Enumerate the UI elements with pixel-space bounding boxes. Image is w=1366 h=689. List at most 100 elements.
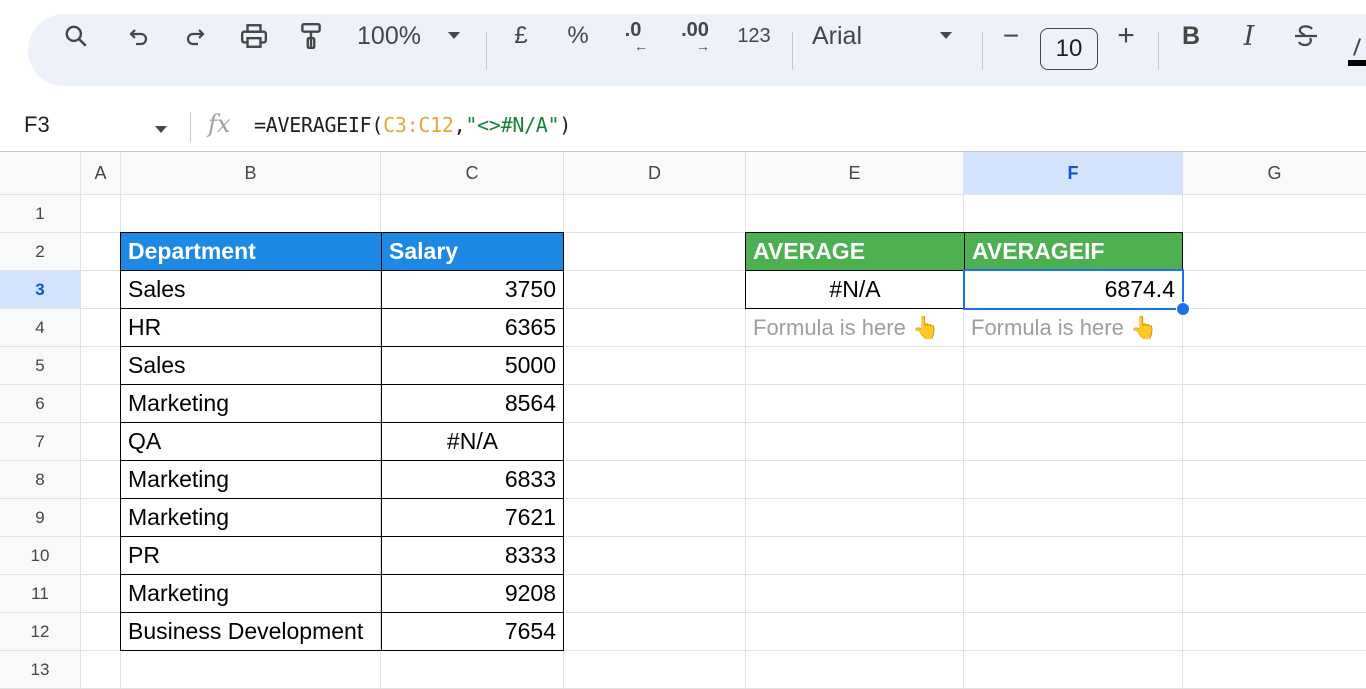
- formula-criteria: "<>#N/A": [465, 113, 560, 137]
- table-cell-department[interactable]: Marketing: [120, 574, 382, 613]
- arrow-right-icon: →: [696, 38, 710, 54]
- average-header[interactable]: AVERAGE: [745, 232, 965, 271]
- text-color-swatch: [1348, 60, 1366, 66]
- formula-range: C3:C12: [383, 113, 454, 137]
- decrease-decimal-button[interactable]: .0 ←: [612, 14, 654, 58]
- averageif-result-cell[interactable]: 6874.4: [963, 269, 1184, 310]
- currency-label: £: [514, 22, 528, 49]
- formula-note-f[interactable]: Formula is here 👆: [964, 309, 1182, 346]
- table-cell-department[interactable]: Marketing: [120, 384, 382, 423]
- row-header-9[interactable]: 9: [0, 499, 80, 536]
- column-header-g[interactable]: G: [1183, 152, 1366, 194]
- zoom-value: 100%: [357, 21, 421, 50]
- paint-format-icon[interactable]: [292, 14, 330, 58]
- formula-bar-divider: [190, 112, 191, 142]
- italic-icon: I: [1243, 20, 1255, 52]
- decrease-font-size-button[interactable]: −: [996, 14, 1026, 58]
- font-name: Arial: [812, 21, 863, 50]
- formula-bar: [0, 104, 1366, 148]
- row-header-7[interactable]: 7: [0, 423, 80, 460]
- table-cell-department[interactable]: HR: [120, 308, 382, 347]
- name-box[interactable]: F3: [24, 112, 50, 138]
- text-color-button[interactable]: [1348, 30, 1366, 70]
- table-header-salary[interactable]: Salary: [381, 232, 564, 271]
- table-cell-salary[interactable]: 9208: [381, 574, 564, 613]
- minus-icon: −: [1002, 20, 1020, 51]
- fx-icon: fx: [208, 110, 231, 138]
- row-header-4[interactable]: 4: [0, 309, 80, 346]
- table-cell-department[interactable]: Marketing: [120, 498, 382, 537]
- table-cell-salary[interactable]: 3750: [381, 270, 564, 309]
- column-header-e[interactable]: E: [746, 152, 963, 194]
- formula-comma: ,: [453, 113, 466, 137]
- row-header-10[interactable]: 10: [0, 537, 80, 574]
- table-cell-salary[interactable]: 6365: [381, 308, 564, 347]
- row-header-8[interactable]: 8: [0, 461, 80, 498]
- strikethrough-icon: [1295, 25, 1317, 47]
- row-header-13[interactable]: 13: [0, 651, 80, 688]
- formula-note-e[interactable]: Formula is here 👆: [746, 309, 964, 346]
- percent-format-button[interactable]: %: [560, 14, 596, 58]
- print-icon[interactable]: [234, 14, 274, 58]
- row-header-6[interactable]: 6: [0, 385, 80, 422]
- toolbar-divider: [982, 32, 983, 70]
- grid-row-line: [0, 194, 1366, 195]
- table-cell-salary[interactable]: 6833: [381, 460, 564, 499]
- column-header-b[interactable]: B: [121, 152, 380, 194]
- font-size-value: 10: [1055, 35, 1083, 62]
- bold-icon: B: [1181, 21, 1201, 50]
- column-header-a[interactable]: A: [81, 152, 120, 194]
- font-size-input[interactable]: 10: [1040, 28, 1098, 70]
- row-header-11[interactable]: 11: [0, 575, 80, 612]
- bold-button[interactable]: B: [1174, 14, 1208, 58]
- currency-format-button[interactable]: £: [504, 14, 538, 58]
- more-formats-label: 123: [737, 24, 771, 47]
- row-header-5[interactable]: 5: [0, 347, 80, 384]
- plus-icon: +: [1117, 19, 1135, 52]
- search-menus-icon[interactable]: [56, 14, 96, 58]
- toolbar-divider: [486, 32, 487, 70]
- decrease-decimal-label: .0: [624, 19, 642, 41]
- more-formats-button[interactable]: 123: [732, 14, 776, 58]
- name-box-dropdown-icon[interactable]: [154, 122, 168, 140]
- table-cell-salary[interactable]: 7654: [381, 612, 564, 651]
- averageif-header[interactable]: AVERAGEIF: [964, 232, 1183, 271]
- row-header-1[interactable]: 1: [0, 195, 80, 232]
- italic-button[interactable]: I: [1232, 14, 1266, 58]
- table-cell-department[interactable]: Sales: [120, 270, 382, 309]
- arrow-left-icon: ←: [634, 38, 648, 54]
- table-header-department[interactable]: Department: [120, 232, 382, 271]
- row-header-2[interactable]: 2: [0, 233, 80, 270]
- text-color-icon: [1352, 38, 1362, 56]
- table-cell-salary[interactable]: 7621: [381, 498, 564, 537]
- redo-icon[interactable]: [176, 14, 214, 58]
- font-select[interactable]: Arial: [812, 14, 882, 58]
- formula-input[interactable]: =AVERAGEIF(C3:C12,"<>#N/A"): [254, 113, 571, 137]
- undo-icon[interactable]: [120, 14, 158, 58]
- table-cell-salary[interactable]: 8564: [381, 384, 564, 423]
- increase-font-size-button[interactable]: +: [1110, 14, 1142, 58]
- table-cell-salary[interactable]: 8333: [381, 536, 564, 575]
- zoom-dropdown-icon[interactable]: [440, 14, 468, 58]
- average-result-cell[interactable]: #N/A: [745, 270, 965, 309]
- formula-function: =AVERAGEIF(: [254, 113, 384, 137]
- formula-close: ): [559, 113, 572, 137]
- column-header-d[interactable]: D: [564, 152, 745, 194]
- column-header-f[interactable]: F: [964, 152, 1182, 194]
- table-cell-department[interactable]: Business Development: [120, 612, 382, 651]
- zoom-select[interactable]: 100%: [352, 14, 426, 58]
- table-cell-department[interactable]: PR: [120, 536, 382, 575]
- increase-decimal-button[interactable]: .00 →: [672, 14, 718, 58]
- row-header-3[interactable]: 3: [0, 271, 80, 308]
- table-cell-salary[interactable]: 5000: [381, 346, 564, 385]
- font-dropdown-icon[interactable]: [932, 14, 960, 58]
- table-cell-salary[interactable]: #N/A: [381, 422, 564, 461]
- table-cell-department[interactable]: QA: [120, 422, 382, 461]
- toolbar-divider: [1158, 32, 1159, 70]
- table-cell-department[interactable]: Marketing: [120, 460, 382, 499]
- table-cell-department[interactable]: Sales: [120, 346, 382, 385]
- column-header-c[interactable]: C: [381, 152, 563, 194]
- strikethrough-button[interactable]: [1288, 14, 1324, 58]
- row-header-12[interactable]: 12: [0, 613, 80, 650]
- select-all-corner[interactable]: [0, 152, 80, 194]
